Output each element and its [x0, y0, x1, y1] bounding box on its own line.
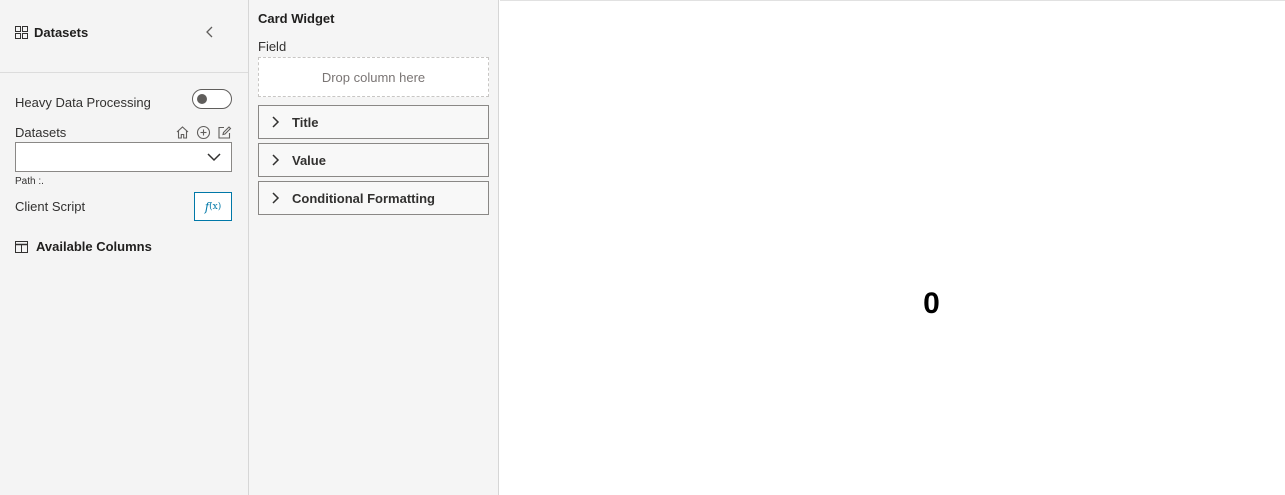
home-icon[interactable]	[175, 125, 190, 140]
available-columns-label: Available Columns	[36, 239, 152, 254]
chevron-right-icon	[272, 116, 280, 128]
chevron-down-icon	[207, 153, 221, 162]
accordion-conditional-formatting-label: Conditional Formatting	[292, 190, 435, 206]
datasets-label: Datasets	[15, 125, 67, 140]
accordion-title-label: Title	[292, 114, 319, 130]
datasets-panel-header: Datasets	[0, 0, 248, 73]
datasets-panel-title: Datasets	[34, 25, 89, 40]
datasets-panel: Datasets Heavy Data Processing Datasets	[0, 0, 249, 495]
dataset-path: Path :.	[15, 176, 44, 187]
dataset-actions	[175, 124, 233, 140]
fx-icon-sub: (x)	[209, 201, 222, 212]
accordion-value[interactable]: Value	[258, 143, 489, 177]
widget-properties-panel: Card Widget Field Drop column here Title…	[249, 0, 499, 495]
client-script-button[interactable]: f (x)	[194, 192, 232, 221]
edit-icon[interactable]	[217, 125, 232, 140]
grid-icon	[15, 26, 28, 39]
heavy-data-processing-toggle[interactable]	[192, 89, 232, 109]
card-preview-canvas: 0	[500, 0, 1285, 495]
chevron-right-icon	[272, 192, 280, 204]
drop-zone-placeholder: Drop column here	[321, 69, 426, 85]
chevron-left-icon[interactable]	[203, 24, 217, 40]
available-columns-header: Available Columns	[15, 239, 152, 254]
chevron-right-icon	[272, 154, 280, 166]
table-icon	[15, 240, 28, 253]
accordion-title[interactable]: Title	[258, 105, 489, 139]
accordion-conditional-formatting[interactable]: Conditional Formatting	[258, 181, 489, 215]
add-circle-icon[interactable]	[196, 125, 211, 140]
datasets-dropdown[interactable]	[15, 142, 232, 172]
field-drop-zone[interactable]: Drop column here	[258, 57, 489, 97]
card-value: 0	[923, 287, 940, 320]
widget-title: Card Widget	[258, 11, 335, 26]
client-script-label: Client Script	[15, 199, 86, 214]
toggle-knob	[197, 94, 207, 104]
field-label: Field	[258, 39, 287, 54]
heavy-data-processing-label: Heavy Data Processing	[15, 95, 151, 110]
accordion-value-label: Value	[292, 152, 326, 168]
